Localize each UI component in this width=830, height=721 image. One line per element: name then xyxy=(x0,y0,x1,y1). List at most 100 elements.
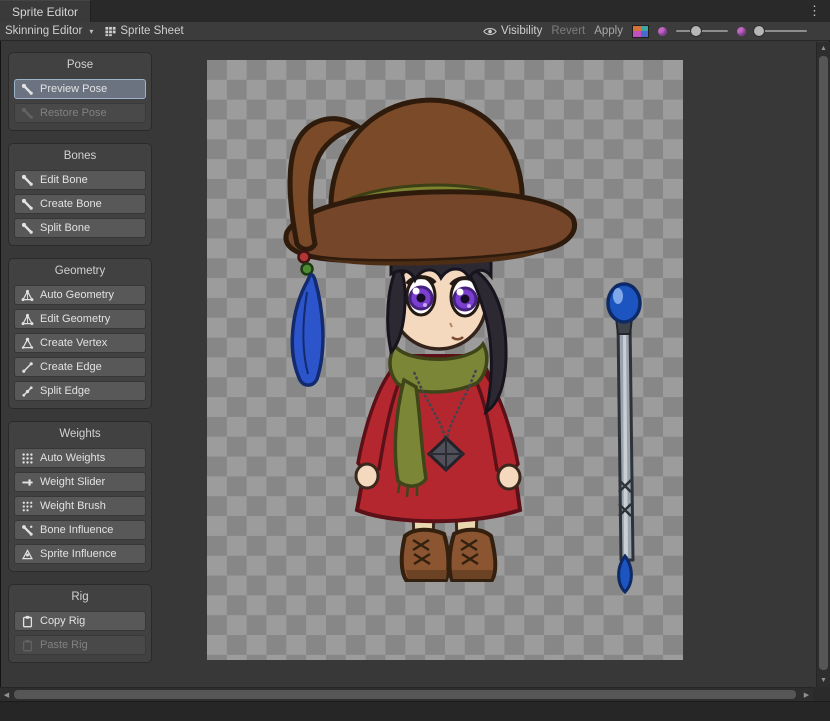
bone-influence-icon xyxy=(21,524,34,537)
slider-knob[interactable] xyxy=(691,26,701,36)
scroll-left-icon[interactable]: ◀ xyxy=(0,688,13,701)
button-label: Copy Rig xyxy=(40,615,85,627)
button-label: Bone Influence xyxy=(40,524,113,536)
opacity-slider-2[interactable] xyxy=(755,30,807,32)
toolbar: Skinning Editor ▾ Sprite Sheet Visibilit… xyxy=(0,22,830,41)
create-vertex-icon xyxy=(21,337,34,350)
button-label: Create Vertex xyxy=(40,337,107,349)
weight-slider-icon xyxy=(21,476,34,489)
kebab-menu-icon[interactable]: ⋮ xyxy=(799,0,830,22)
staff-sprite[interactable] xyxy=(608,284,640,592)
auto-geometry-icon xyxy=(21,289,34,302)
visibility-button[interactable]: Visibility xyxy=(483,25,542,37)
color-swatch[interactable] xyxy=(632,25,649,38)
button-label: Create Edge xyxy=(40,361,102,373)
scroll-up-icon[interactable]: ▲ xyxy=(817,42,830,55)
edit-bone-icon xyxy=(21,174,34,187)
split-bone-button[interactable]: Split Bone xyxy=(14,218,146,238)
paste-rig-icon xyxy=(21,639,34,652)
sprite-sheet-label: Sprite Sheet xyxy=(120,25,183,37)
split-bone-icon xyxy=(21,222,34,235)
button-label: Auto Geometry xyxy=(40,289,114,301)
pose-panel: Pose Preview Pose Restore Pose xyxy=(8,52,152,131)
paste-rig-button: Paste Rig xyxy=(14,635,146,655)
window-bottom-edge xyxy=(0,701,830,721)
sprite-sheet-icon xyxy=(105,26,116,37)
weight-brush-icon xyxy=(21,500,34,513)
visibility-label: Visibility xyxy=(501,25,542,37)
button-label: Restore Pose xyxy=(40,107,107,119)
panel-title-bones: Bones xyxy=(14,147,146,166)
vertical-scrollbar[interactable]: ▲ ▼ xyxy=(816,42,830,687)
create-bone-button[interactable]: Create Bone xyxy=(14,194,146,214)
slider-knob[interactable] xyxy=(754,26,764,36)
tool-sidebar: Pose Preview Pose Restore Pose Bones Edi… xyxy=(8,52,152,675)
rig-panel: Rig Copy Rig Paste Rig xyxy=(8,584,152,663)
panel-title-pose: Pose xyxy=(14,56,146,75)
skinning-editor-label: Skinning Editor xyxy=(5,25,82,37)
sprite-influence-button[interactable]: Sprite Influence xyxy=(14,544,146,564)
overlay-opacity-icon xyxy=(658,27,667,36)
auto-weights-icon xyxy=(21,452,34,465)
skinning-editor-dropdown[interactable]: Skinning Editor ▾ xyxy=(5,25,93,37)
weight-slider-button[interactable]: Weight Slider xyxy=(14,472,146,492)
scroll-right-icon[interactable]: ▶ xyxy=(800,688,813,701)
edit-geometry-button[interactable]: Edit Geometry xyxy=(14,309,146,329)
button-label: Split Bone xyxy=(40,222,90,234)
tab-bar: Sprite Editor ⋮ xyxy=(0,0,830,22)
geometry-panel: Geometry Auto Geometry Edit Geometry Cre… xyxy=(8,258,152,409)
panel-title-weights: Weights xyxy=(14,425,146,444)
canvas-sprites xyxy=(207,60,683,660)
button-label: Sprite Influence xyxy=(40,548,116,560)
bones-panel: Bones Edit Bone Create Bone Split Bone xyxy=(8,143,152,246)
apply-button[interactable]: Apply xyxy=(594,25,623,37)
tab-sprite-editor[interactable]: Sprite Editor xyxy=(0,0,91,22)
panel-title-rig: Rig xyxy=(14,588,146,607)
edit-bone-button[interactable]: Edit Bone xyxy=(14,170,146,190)
sprite-editor-window: Sprite Editor ⋮ Skinning Editor ▾ Sprite… xyxy=(0,0,830,721)
chevron-down-icon: ▾ xyxy=(89,27,93,36)
button-label: Create Bone xyxy=(40,198,102,210)
restore-pose-button: Restore Pose xyxy=(14,103,146,123)
restore-pose-icon xyxy=(21,107,34,120)
panel-title-geometry: Geometry xyxy=(14,262,146,281)
sprite-influence-icon xyxy=(21,548,34,561)
scrollbar-corner xyxy=(813,687,830,701)
button-label: Preview Pose xyxy=(40,83,107,95)
edit-geometry-icon xyxy=(21,313,34,326)
auto-geometry-button[interactable]: Auto Geometry xyxy=(14,285,146,305)
copy-rig-button[interactable]: Copy Rig xyxy=(14,611,146,631)
button-label: Edit Bone xyxy=(40,174,88,186)
button-label: Split Edge xyxy=(40,385,90,397)
sprite-sheet-button[interactable]: Sprite Sheet xyxy=(105,25,183,37)
split-edge-icon xyxy=(21,385,34,398)
preview-pose-icon xyxy=(21,83,34,96)
vertical-scroll-thumb[interactable] xyxy=(819,56,828,670)
create-bone-icon xyxy=(21,198,34,211)
overlay-opacity-icon xyxy=(737,27,746,36)
preview-pose-button[interactable]: Preview Pose xyxy=(14,79,146,99)
weights-panel: Weights Auto Weights Weight Slider Weigh… xyxy=(8,421,152,572)
scroll-down-icon[interactable]: ▼ xyxy=(817,674,830,687)
create-edge-button[interactable]: Create Edge xyxy=(14,357,146,377)
swatch-quadrant xyxy=(633,31,641,37)
bone-influence-button[interactable]: Bone Influence xyxy=(14,520,146,540)
button-label: Weight Brush xyxy=(40,500,106,512)
horizontal-scroll-thumb[interactable] xyxy=(14,690,796,699)
sprite-canvas[interactable] xyxy=(207,60,683,660)
split-edge-button[interactable]: Split Edge xyxy=(14,381,146,401)
revert-button: Revert xyxy=(551,25,585,37)
weight-brush-button[interactable]: Weight Brush xyxy=(14,496,146,516)
eye-icon xyxy=(483,26,497,37)
create-edge-icon xyxy=(21,361,34,374)
character-sprite[interactable] xyxy=(286,100,575,580)
button-label: Paste Rig xyxy=(40,639,88,651)
auto-weights-button[interactable]: Auto Weights xyxy=(14,448,146,468)
copy-rig-icon xyxy=(21,615,34,628)
tab-label: Sprite Editor xyxy=(12,5,78,19)
button-label: Auto Weights xyxy=(40,452,105,464)
button-label: Edit Geometry xyxy=(40,313,110,325)
horizontal-scrollbar[interactable]: ◀ ▶ xyxy=(0,687,813,701)
opacity-slider-1[interactable] xyxy=(676,30,728,32)
create-vertex-button[interactable]: Create Vertex xyxy=(14,333,146,353)
